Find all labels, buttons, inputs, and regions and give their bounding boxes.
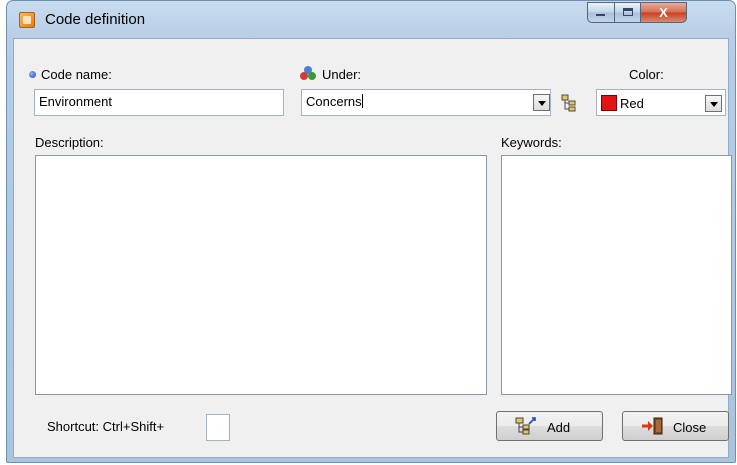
categories-icon [300,66,316,80]
color-swatch [601,95,617,111]
color-value: Red [620,96,644,111]
minimize-button[interactable] [587,2,614,23]
minimize-icon [596,14,605,16]
add-code-icon [515,417,536,435]
close-button-label: Close [673,420,707,435]
color-label: Color: [629,67,664,82]
exit-door-icon [642,417,663,435]
maximize-button[interactable] [614,2,641,23]
text-cursor [361,94,363,108]
code-name-label-text: Code name: [41,67,112,82]
close-button[interactable]: Close [622,411,729,441]
shortcut-label: Shortcut: Ctrl+Shift+ [47,419,165,434]
code-definition-window: Code definition X Code name: Environment… [6,0,736,463]
window-title: Code definition [45,11,146,28]
maximize-icon [623,8,633,16]
title-bar[interactable]: Code definition X [7,1,735,37]
add-button-label: Add [547,420,571,435]
description-label: Description: [35,135,104,150]
keywords-textarea[interactable] [501,155,732,395]
bullet-icon [29,71,36,78]
keywords-label: Keywords: [501,135,562,150]
close-window-button[interactable]: X [641,2,687,23]
app-icon [19,12,35,28]
code-tree-icon[interactable] [561,94,577,112]
color-dropdown-arrow[interactable] [705,95,722,112]
under-combobox[interactable]: Concerns [301,89,551,116]
add-button[interactable]: Add [496,411,603,441]
shortcut-key-input[interactable] [206,414,230,441]
code-name-label: Code name: [29,67,112,82]
description-textarea[interactable] [35,155,487,395]
under-label: Under: [322,67,362,82]
under-value: Concerns [306,94,362,109]
code-name-input[interactable]: Environment [34,89,284,116]
under-dropdown-arrow[interactable] [533,94,550,111]
dialog-body: Code name: Environment Under: Concerns C… [13,38,732,458]
